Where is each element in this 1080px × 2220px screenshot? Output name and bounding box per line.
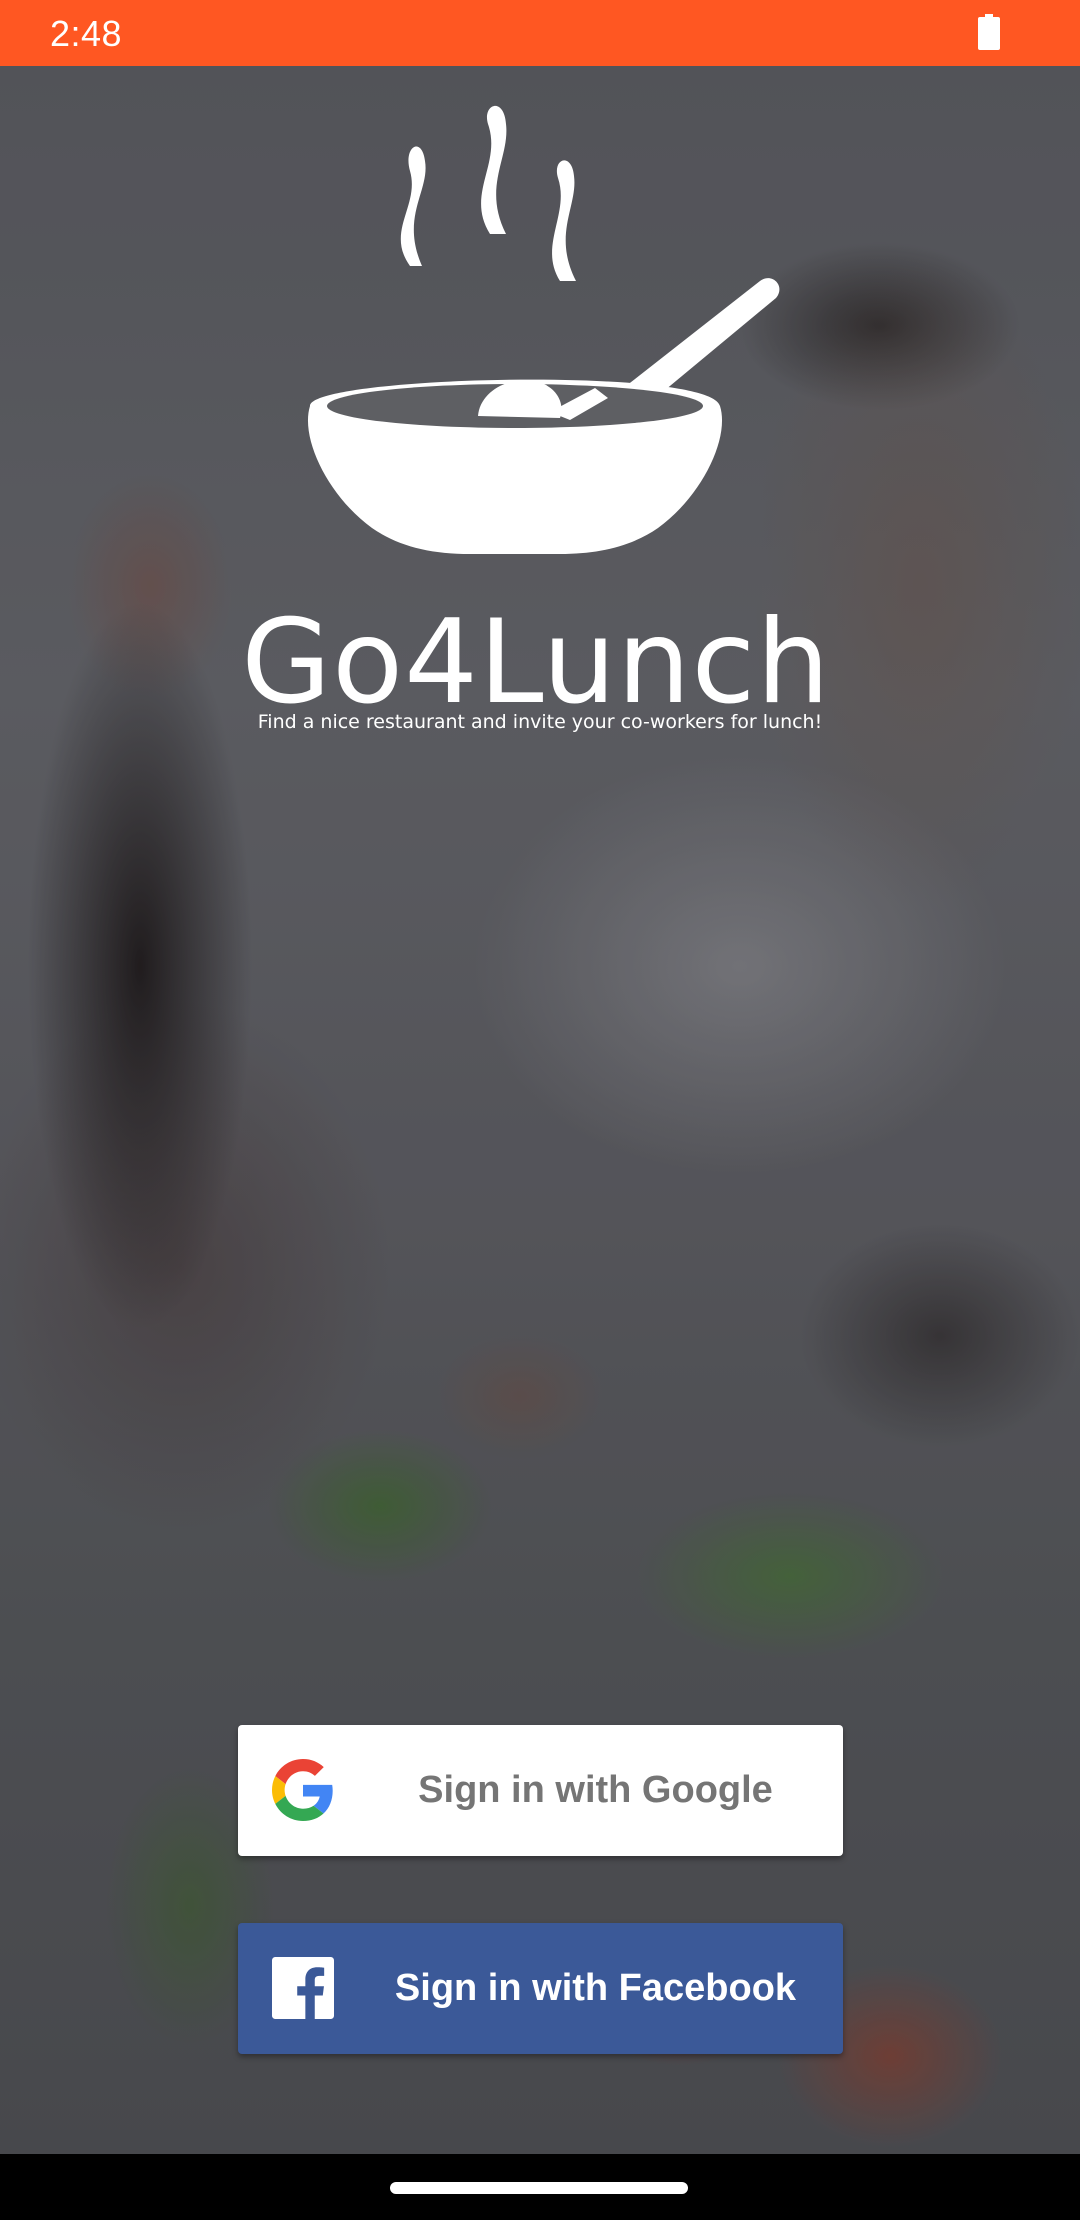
facebook-f-icon [272,1957,334,2019]
status-bar: 2:48 [0,0,1080,66]
google-sign-in-label: Sign in with Google [418,1769,773,1811]
facebook-sign-in-label: Sign in with Facebook [394,1967,797,2009]
google-sign-in-button[interactable]: Sign in with Google [238,1725,843,1856]
tagline: Find a nice restaurant and invite your c… [257,711,823,733]
status-time: 2:48 [50,13,123,54]
google-g-icon [272,1759,333,1821]
login-screen: 2:48 Go4Lunch Find a nice restaurant and… [0,0,1080,2220]
battery-full-icon [978,14,1000,50]
home-gesture-handle[interactable] [390,2182,688,2194]
facebook-sign-in-button[interactable]: Sign in with Facebook [238,1923,843,2054]
app-name: Go4Lunch [241,595,831,730]
steaming-bowl-icon [307,105,780,554]
navigation-bar [0,2154,1080,2220]
